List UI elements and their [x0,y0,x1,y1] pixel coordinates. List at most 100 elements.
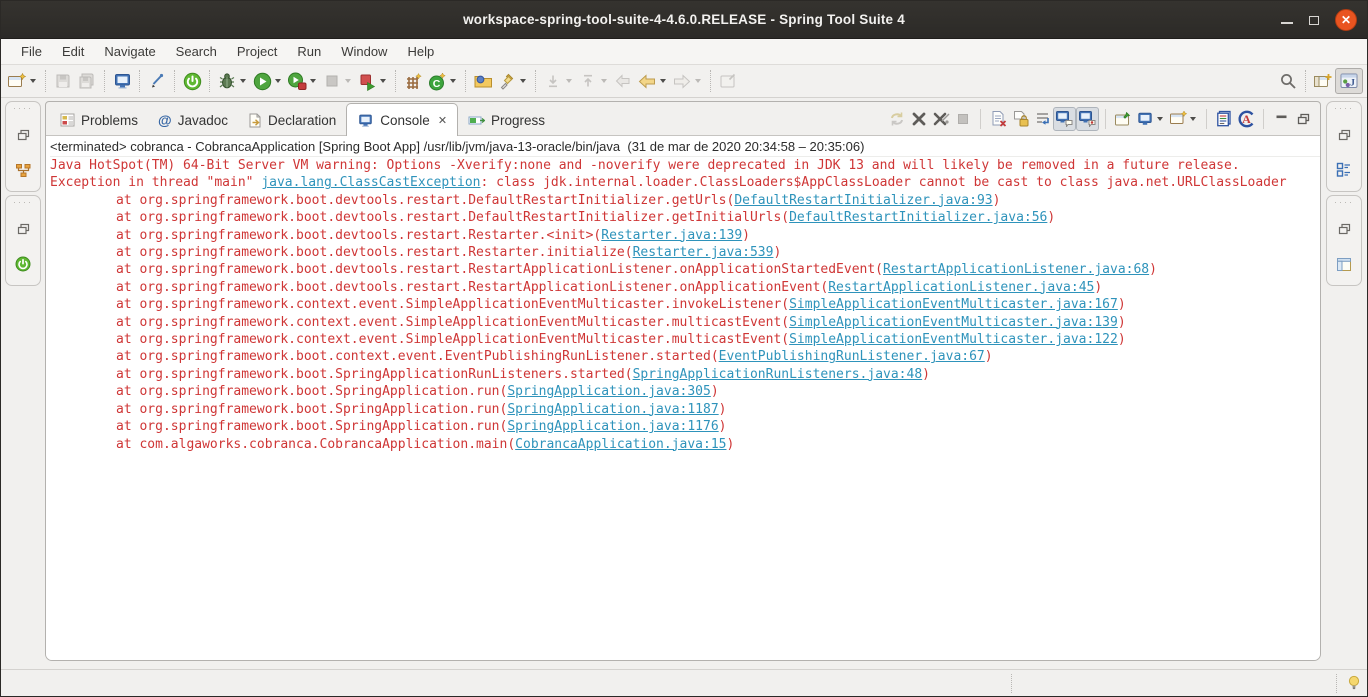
terminal-button[interactable] [110,68,134,94]
drag-handle-icon[interactable]: ···· [13,198,33,207]
remove-launch-button[interactable] [908,107,930,131]
close-window-icon[interactable]: ✕ [1335,9,1357,31]
tab-javadoc[interactable]: @ Javadoc [148,105,238,135]
search-flashlight-button[interactable] [495,68,519,94]
stack-frame-link[interactable]: SpringApplication.java:1176 [507,419,718,434]
console-log-button[interactable] [1213,107,1235,131]
menu-item[interactable]: Navigate [94,41,165,62]
console-output[interactable]: <terminated> cobranca - CobrancaApplicat… [46,135,1320,660]
tip-lightbulb-icon[interactable] [1348,675,1360,696]
restore-view-button[interactable] [1332,124,1356,146]
display-console-dropdown[interactable] [1157,116,1163,121]
new-java-project-button[interactable] [401,68,425,94]
scroll-lock-button[interactable] [1009,107,1031,131]
minimize-view-button[interactable] [1270,107,1292,131]
ansi-console-button[interactable]: A [1235,107,1257,131]
new-wizard-dropdown[interactable] [30,79,36,83]
stack-frame-link[interactable]: RestartApplicationListener.java:45 [828,280,1094,295]
remove-all-terminated-button[interactable] [930,107,952,131]
open-type-button[interactable] [471,68,495,94]
display-selected-console-button[interactable] [1134,107,1156,131]
debug-dropdown[interactable] [240,79,246,83]
mark-occurrences-button[interactable] [145,68,169,94]
profile-button[interactable] [285,68,309,94]
stack-frame-link[interactable]: Restarter.java:139 [601,228,742,243]
new-wizard-button[interactable] [5,68,29,94]
task-list-view-button[interactable] [1332,253,1356,275]
clear-console-button[interactable] [987,107,1009,131]
boot-dashboard-button[interactable] [11,253,35,275]
stack-frame-suffix: ) [1117,314,1126,330]
stack-frame-link[interactable]: SpringApplication.java:1187 [507,402,718,417]
menu-item[interactable]: File [11,41,52,62]
show-stderr-toggle[interactable] [1076,106,1099,131]
restore-view-button[interactable] [11,218,35,240]
spring-boot-button[interactable] [180,68,204,94]
package-explorer-button[interactable] [11,159,35,181]
pin-console-button[interactable] [1112,107,1134,131]
restore-view-button[interactable] [1332,218,1356,240]
stack-frame-link[interactable]: SimpleApplicationEventMulticaster.java:1… [789,297,1118,312]
back-dropdown[interactable] [660,79,666,83]
search-dropdown[interactable] [520,79,526,83]
debug-button[interactable] [215,68,239,94]
back-icon [638,73,655,89]
new-java-class-button[interactable]: C [425,68,449,94]
tab-declaration[interactable]: Declaration [238,105,346,135]
stop-button[interactable] [320,68,344,94]
stack-frame-link[interactable]: SpringApplication.java:305 [507,384,711,399]
stack-frame-text: at org.springframework.boot.devtools.res… [116,245,633,261]
word-wrap-button[interactable] [1031,107,1053,131]
search-magnifier-button[interactable] [1276,68,1300,94]
open-perspective-button[interactable] [1311,68,1335,94]
stack-frame-link[interactable]: SimpleApplicationEventMulticaster.java:1… [789,315,1118,330]
tab-console[interactable]: Console ✕ [346,103,459,136]
java-perspective-button[interactable]: J [1335,68,1363,94]
back-button[interactable] [635,68,659,94]
exception-link[interactable]: java.lang.ClassCastException [261,175,480,190]
close-tab-icon[interactable]: ✕ [438,114,447,127]
restore-view-button[interactable] [11,124,35,146]
outline-view-button[interactable] [1332,159,1356,181]
run-button[interactable] [250,68,274,94]
open-console-dropdown[interactable] [1190,116,1196,121]
open-console-button[interactable] [1167,107,1189,131]
new-java-class-dropdown[interactable] [450,79,456,83]
drag-handle-icon[interactable]: ···· [1334,198,1354,207]
tab-progress[interactable]: Progress [458,105,555,135]
maximize-window-icon[interactable] [1309,15,1319,25]
stack-frame-link[interactable]: Restarter.java:539 [633,245,774,260]
drag-handle-icon[interactable]: ···· [1334,104,1354,113]
menu-item[interactable]: Window [331,41,397,62]
stack-frame-link[interactable]: SpringApplicationRunListeners.java:48 [633,367,923,382]
app-window: workspace-spring-tool-suite-4-4.6.0.RELE… [0,0,1368,697]
profile-dropdown[interactable] [310,79,316,83]
drag-handle-icon[interactable]: ···· [13,104,33,113]
stack-frame-link[interactable]: DefaultRestartInitializer.java:93 [734,193,992,208]
run-history-button[interactable] [355,68,379,94]
save-all-button[interactable] [75,68,99,94]
minimize-window-icon[interactable] [1281,22,1293,24]
menu-item[interactable]: Project [227,41,287,62]
save-button[interactable] [51,68,75,94]
menu-item[interactable]: Run [287,41,331,62]
stack-frame-link[interactable]: CobrancaApplication.java:15 [515,437,726,452]
tab-problems[interactable]: Problems [50,105,148,135]
stack-frame-link[interactable]: SimpleApplicationEventMulticaster.java:1… [789,332,1118,347]
menu-item[interactable]: Edit [52,41,94,62]
outline-icon [1336,162,1350,177]
menu-item[interactable]: Help [397,41,444,62]
maximize-view-button[interactable] [1292,107,1314,131]
ansi-console-icon: A [1237,110,1253,127]
run-history-dropdown[interactable] [380,79,386,83]
stack-frame-line: at org.springframework.context.event.Sim… [50,331,1320,348]
menu-item[interactable]: Search [166,41,227,62]
new-wizard-icon [8,72,27,87]
run-dropdown[interactable] [275,79,281,83]
stack-frame-link[interactable]: DefaultRestartInitializer.java:56 [789,210,1047,225]
debug-icon [219,73,235,89]
show-stdout-toggle[interactable] [1053,106,1076,131]
link-with-editor-icon [720,73,735,87]
stack-frame-link[interactable]: EventPublishingRunListener.java:67 [719,349,985,364]
stack-frame-link[interactable]: RestartApplicationListener.java:68 [883,262,1149,277]
